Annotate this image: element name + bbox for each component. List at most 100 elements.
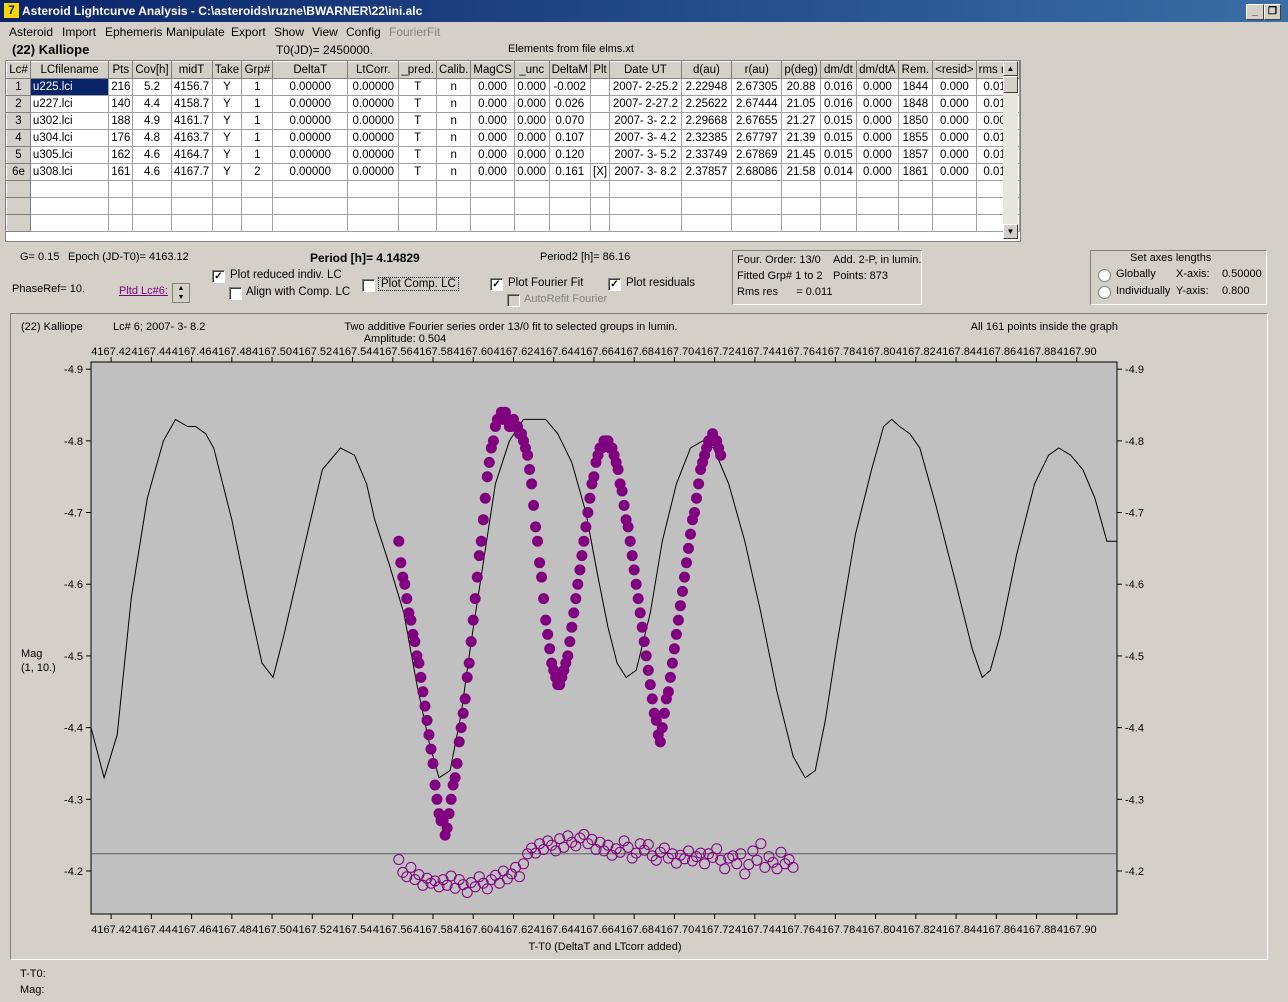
- column-header[interactable]: Lc#: [6, 61, 31, 79]
- table-cell[interactable]: [609, 180, 682, 198]
- table-cell[interactable]: 0.161: [548, 163, 592, 181]
- table-row[interactable]: 4 u304.lci 176 4.8 4163.7 Y 1 0.00000 0.00000 Tn 0…: [6, 129, 1020, 147]
- table-cell[interactable]: 4.8: [132, 129, 172, 147]
- table-cell[interactable]: u308.lci: [29, 163, 110, 181]
- table-cell[interactable]: 20.88: [781, 78, 821, 96]
- table-cell[interactable]: [132, 214, 172, 232]
- column-header[interactable]: _pred.: [398, 61, 437, 79]
- table-cell[interactable]: 1861: [897, 163, 934, 181]
- menu-config[interactable]: Config: [346, 25, 381, 39]
- lightcurve-chart[interactable]: (22) Kalliope Lc# 6; 2007- 3- 8.2 Two ad…: [10, 313, 1268, 960]
- table-cell[interactable]: 0.00000: [272, 163, 349, 181]
- individually-radio[interactable]: [1098, 286, 1111, 299]
- table-cell[interactable]: 0.00000: [347, 78, 400, 96]
- table-cell[interactable]: 0.120: [548, 146, 592, 164]
- table-cell[interactable]: 176: [108, 129, 134, 147]
- table-row[interactable]: 5 u305.lci 162 4.6 4164.7 Y 1 0.00000 0.00000 Tn 0…: [6, 146, 1020, 164]
- menu-asteroid[interactable]: Asteroid: [9, 25, 53, 39]
- table-cell[interactable]: [680, 197, 733, 215]
- table-cell[interactable]: 21.27: [781, 112, 821, 130]
- table-row[interactable]: 1 u225.lci 216 5.2 4156.7 Y 1 0.00000 0.00000 Tn 0…: [6, 78, 1020, 96]
- table-cell[interactable]: 0.000: [932, 163, 977, 181]
- table-cell[interactable]: [272, 180, 349, 198]
- table-cell[interactable]: 21.58: [781, 163, 821, 181]
- table-cell[interactable]: [856, 197, 899, 215]
- table-cell[interactable]: [398, 214, 437, 232]
- table-cell[interactable]: 2007- 2-27.2: [609, 95, 682, 113]
- table-cell[interactable]: n: [435, 112, 472, 130]
- table-cell[interactable]: 162: [108, 146, 134, 164]
- table-cell[interactable]: Y: [211, 112, 243, 130]
- plotted-lc-link[interactable]: Pltd Lc#6:: [119, 285, 168, 297]
- table-cell[interactable]: 0.000: [856, 112, 899, 130]
- table-cell[interactable]: [170, 197, 213, 215]
- table-cell[interactable]: [470, 214, 515, 232]
- table-cell[interactable]: 0.000: [856, 78, 899, 96]
- lc-spinner[interactable]: ▲ ▼: [172, 283, 190, 303]
- column-header[interactable]: r(au): [731, 61, 783, 79]
- table-cell[interactable]: [211, 197, 243, 215]
- table-cell[interactable]: [589, 180, 611, 198]
- table-cell[interactable]: 1850: [897, 112, 934, 130]
- table-cell[interactable]: 0.000: [470, 112, 515, 130]
- column-header[interactable]: Take: [211, 61, 243, 79]
- table-cell[interactable]: 0.00000: [347, 95, 400, 113]
- column-header[interactable]: midT: [170, 61, 213, 79]
- column-header[interactable]: LtCorr.: [347, 61, 400, 79]
- table-row-empty[interactable]: [6, 197, 1020, 215]
- row-header[interactable]: [6, 197, 31, 215]
- table-cell[interactable]: 4158.7: [170, 95, 213, 113]
- table-cell[interactable]: n: [435, 129, 472, 147]
- table-cell[interactable]: [X]: [589, 163, 611, 181]
- table-cell[interactable]: 2.33749: [680, 146, 733, 164]
- table-cell[interactable]: [170, 214, 213, 232]
- table-cell[interactable]: [108, 180, 134, 198]
- plot-residuals-checkbox[interactable]: ✓: [608, 278, 621, 291]
- table-cell[interactable]: [781, 180, 821, 198]
- table-cell[interactable]: [108, 214, 134, 232]
- table-cell[interactable]: 140: [108, 95, 134, 113]
- table-cell[interactable]: 0.000: [932, 112, 977, 130]
- table-cell[interactable]: [347, 214, 400, 232]
- table-cell[interactable]: [589, 129, 611, 147]
- table-cell[interactable]: [548, 214, 592, 232]
- table-cell[interactable]: 2.25622: [680, 95, 733, 113]
- plot-fourier-checkbox[interactable]: ✓: [490, 278, 503, 291]
- table-cell[interactable]: 0.000: [513, 78, 550, 96]
- table-cell[interactable]: -0.002: [548, 78, 592, 96]
- table-cell[interactable]: [897, 197, 934, 215]
- table-cell[interactable]: [470, 180, 515, 198]
- table-cell[interactable]: u302.lci: [29, 112, 110, 130]
- table-cell[interactable]: [211, 180, 243, 198]
- column-header[interactable]: Pts: [108, 61, 134, 79]
- table-cell[interactable]: [856, 180, 899, 198]
- table-cell[interactable]: [731, 180, 783, 198]
- scroll-down-icon[interactable]: ▼: [1003, 224, 1018, 239]
- table-cell[interactable]: [132, 180, 172, 198]
- table-cell[interactable]: 0.000: [513, 129, 550, 147]
- table-cell[interactable]: 4163.7: [170, 129, 213, 147]
- table-cell[interactable]: 2007- 3- 8.2: [609, 163, 682, 181]
- table-cell[interactable]: [470, 197, 515, 215]
- table-cell[interactable]: Y: [211, 163, 243, 181]
- table-cell[interactable]: 0.000: [856, 95, 899, 113]
- table-cell[interactable]: [29, 197, 110, 215]
- row-header[interactable]: 6e: [6, 163, 31, 181]
- table-cell[interactable]: [29, 180, 110, 198]
- spin-up-icon[interactable]: ▲: [173, 284, 189, 293]
- table-cell[interactable]: 1857: [897, 146, 934, 164]
- menu-fourierfit[interactable]: FourierFit: [389, 25, 440, 39]
- table-cell[interactable]: [132, 197, 172, 215]
- table-cell[interactable]: 0.016: [819, 78, 858, 96]
- lightcurve-table[interactable]: Lc# LCfilename Pts Cov[h] midT Take Grp# DeltaT…: [5, 60, 1021, 242]
- row-header[interactable]: [6, 214, 31, 232]
- table-cell[interactable]: [856, 214, 899, 232]
- table-cell[interactable]: 216: [108, 78, 134, 96]
- table-cell[interactable]: [272, 214, 349, 232]
- table-cell[interactable]: [513, 214, 550, 232]
- table-cell[interactable]: T: [398, 129, 437, 147]
- table-cell[interactable]: 0.015: [819, 129, 858, 147]
- table-cell[interactable]: T: [398, 78, 437, 96]
- column-header[interactable]: LCfilename: [29, 61, 110, 79]
- yaxis-value[interactable]: 0.800: [1222, 285, 1250, 297]
